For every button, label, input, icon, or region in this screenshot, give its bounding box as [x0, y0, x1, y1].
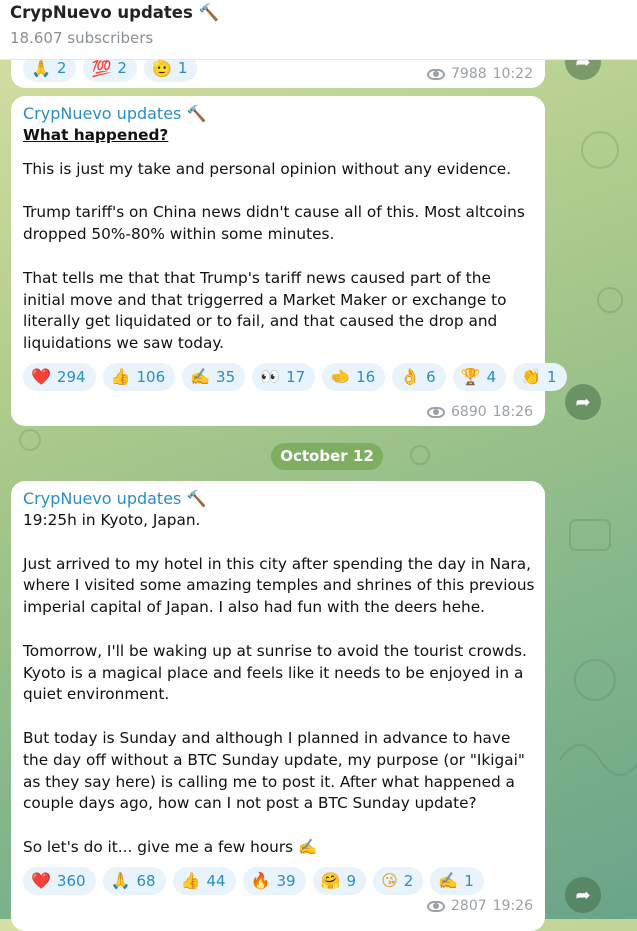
reaction-emoji: ✍️ [190, 367, 211, 387]
post-time: 18:26 [492, 404, 533, 420]
reaction-emoji: 👍 [110, 367, 131, 387]
post-reactions: ❤️ 294 👍 106 ✍️ 35 👀 17 🫲 16 👌 6 🏆 4 👏 1 [23, 362, 567, 391]
reaction-count: 1 [464, 871, 474, 890]
reaction-chip[interactable]: 👌 6 [392, 362, 446, 391]
reaction-chip[interactable]: 👀 17 [252, 362, 316, 391]
post-time: 19:26 [492, 898, 533, 914]
reaction-emoji: 🙏 [110, 871, 131, 891]
reaction-chip[interactable]: 👍 106 [102, 362, 176, 391]
top-post-meta: 7988 10:22 [427, 66, 533, 82]
post-author[interactable]: CrypNuevo updates 🔨 [23, 104, 535, 123]
reaction-chip[interactable]: 👏 1 [513, 362, 567, 391]
reaction-emoji: 👏 [521, 367, 542, 387]
post-bubble: CrypNuevo updates 🔨 What happened? This … [11, 96, 567, 426]
reaction-count: 35 [216, 367, 236, 386]
reaction-emoji: 🔥 [250, 871, 271, 891]
post-time: 10:22 [492, 66, 533, 82]
post-body: 19:25h in Kyoto, Japan. Just arrived to … [23, 511, 535, 856]
reaction-emoji: 👍 [180, 871, 201, 891]
reaction-chip[interactable]: 👍 44 [172, 866, 236, 895]
reaction-count: 16 [356, 367, 376, 386]
reaction-count: 39 [276, 871, 296, 890]
reaction-chip[interactable]: 🙏 68 [102, 866, 166, 895]
reaction-emoji: 👌 [400, 367, 421, 387]
post-bubble: CrypNuevo updates 🔨 19:25h in Kyoto, Jap… [11, 481, 545, 931]
channel-title: CrypNuevo updates 🔨 [10, 3, 220, 22]
eye-icon [427, 900, 445, 912]
reaction-count: 106 [136, 367, 166, 386]
post-body: This is just my take and personal opinio… [23, 159, 525, 353]
view-count: 2807 [451, 898, 487, 914]
reaction-emoji: ✍️ [438, 871, 459, 891]
reaction-emoji: 👀 [260, 367, 281, 387]
post-meta: 2807 19:26 [427, 898, 533, 914]
reaction-count: 360 [56, 871, 86, 890]
reaction-chip[interactable]: ✍️ 35 [182, 362, 246, 391]
post-meta: 6890 18:26 [427, 404, 533, 420]
reaction-emoji: 🤗 [320, 871, 341, 891]
share-icon[interactable]: ➦ [565, 384, 601, 420]
reaction-count: 294 [56, 367, 86, 386]
view-count: 6890 [451, 404, 487, 420]
reaction-count: 17 [286, 367, 306, 386]
reaction-count: 2 [56, 59, 67, 77]
reaction-chip[interactable]: 🏆 4 [452, 362, 507, 391]
post-author[interactable]: CrypNuevo updates 🔨 [23, 489, 535, 508]
reaction-chip[interactable]: ✍️ 1 [430, 866, 484, 895]
reaction-count: 2 [403, 871, 414, 890]
eye-icon [427, 406, 445, 418]
reaction-emoji: 🫡 [151, 58, 172, 78]
post-heading: What happened? [23, 126, 169, 144]
reaction-chip[interactable]: 🫲 16 [322, 362, 386, 391]
reaction-chip[interactable]: 🔥 39 [242, 866, 306, 895]
reaction-chip[interactable]: ❤️ 294 [23, 362, 96, 391]
reaction-emoji: 🏆 [460, 367, 481, 387]
subscriber-count: 18.607 subscribers [10, 29, 154, 47]
reaction-count: 4 [486, 367, 497, 386]
date-separator: October 12 [271, 443, 383, 470]
reaction-chip[interactable]: 🤗 9 [312, 866, 367, 895]
eye-icon [427, 68, 445, 80]
reaction-emoji: ❤️ [31, 367, 51, 387]
reaction-count: 1 [177, 59, 188, 77]
reaction-count: 44 [206, 871, 226, 890]
reaction-count: 6 [426, 367, 436, 386]
reaction-count: 9 [346, 871, 357, 890]
reaction-chip[interactable]: ❤️ 360 [23, 866, 96, 895]
reaction-count: 68 [136, 871, 156, 890]
reaction-emoji: 😘 [381, 871, 398, 891]
reaction-count: 2 [117, 59, 127, 77]
reaction-emoji: ❤️ [31, 871, 51, 891]
reaction-emoji: 🙏 [31, 58, 51, 78]
channel-header[interactable]: CrypNuevo updates 🔨 18.607 subscribers [0, 0, 637, 60]
post-reactions: ❤️ 360 🙏 68 👍 44 🔥 39 🤗 9 😘 2 ✍️ 1 [23, 866, 535, 895]
share-icon[interactable]: ➦ [565, 877, 601, 913]
reaction-count: 1 [547, 367, 557, 386]
reaction-emoji: 💯 [91, 58, 112, 78]
view-count: 7988 [451, 66, 487, 82]
reaction-emoji: 🫲 [330, 367, 351, 387]
reaction-chip[interactable]: 😘 2 [373, 866, 424, 895]
